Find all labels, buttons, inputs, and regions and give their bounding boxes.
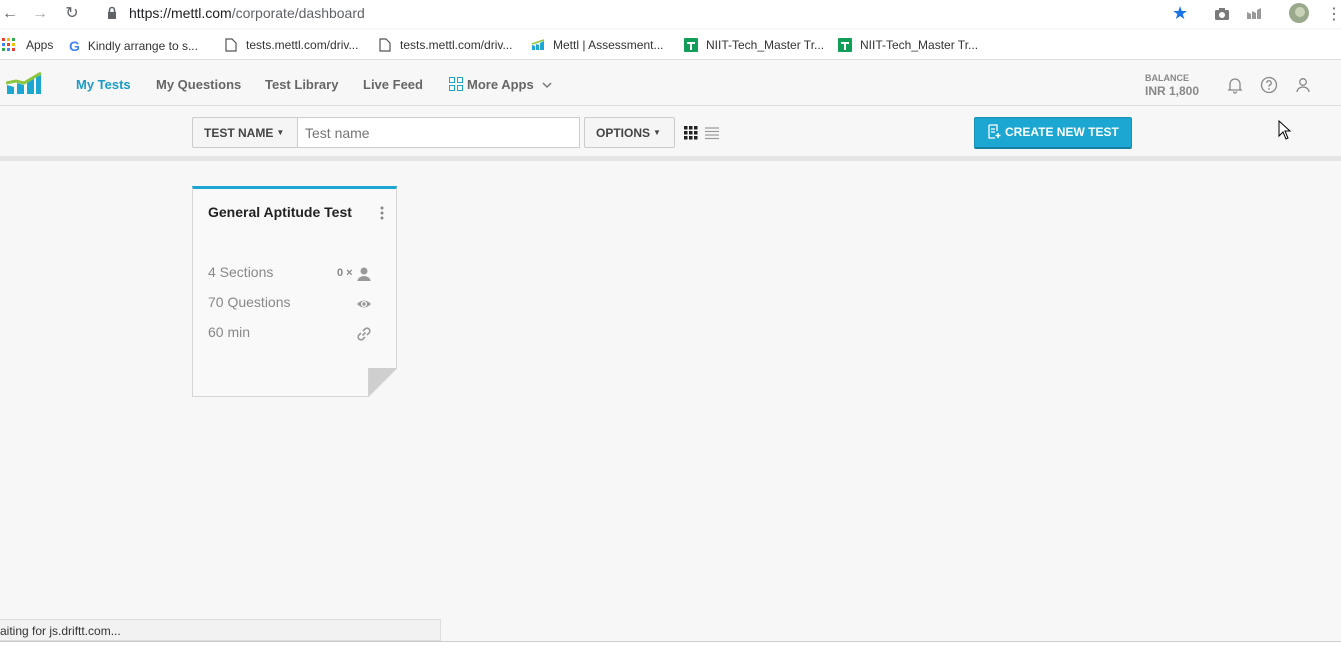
test-duration: 60 min <box>208 324 251 340</box>
browser-status-bar: aiting for js.driftt.com... <box>0 619 441 641</box>
eye-icon[interactable] <box>356 296 372 312</box>
candidate-count: 0 × <box>337 267 353 279</box>
bookmark-mettl-assessment[interactable]: Mettl | Assessment... <box>531 38 663 52</box>
mettl-extension-icon[interactable] <box>1245 5 1263 23</box>
browser-address-bar: ← → ↻ https://mettl.com/corporate/dashbo… <box>0 0 1341 28</box>
questions-count: 70 Questions <box>208 294 291 310</box>
balance-display: BALANCE INR 1,800 <box>1145 73 1199 98</box>
bookmark-mettl-drive-2[interactable]: tests.mettl.com/driv... <box>378 38 512 52</box>
bookmark-niit-1[interactable]: NIIT-Tech_Master Tr... <box>684 38 824 52</box>
mettl-logo-icon <box>531 39 545 50</box>
bookmark-star-icon[interactable]: ★ <box>1172 3 1188 24</box>
bookmark-apps[interactable]: Apps <box>2 38 53 52</box>
sections-count: 4 Sections <box>208 264 274 280</box>
caret-down-icon: ▼ <box>276 128 285 137</box>
url-field[interactable]: https://mettl.com/corporate/dashboard <box>129 5 365 21</box>
test-search-input[interactable] <box>297 117 580 148</box>
forward-icon[interactable]: → <box>30 4 50 24</box>
google-icon: G <box>69 38 80 54</box>
chevron-down-icon <box>542 82 552 89</box>
user-icon[interactable] <box>1294 76 1312 94</box>
test-name-filter-dropdown[interactable]: TEST NAME ▼ <box>192 117 298 148</box>
profile-avatar[interactable] <box>1289 3 1309 23</box>
mettl-logo[interactable] <box>6 72 42 96</box>
link-icon[interactable] <box>356 326 372 342</box>
caret-down-icon: ▼ <box>653 128 661 137</box>
page-fold-corner <box>368 368 397 397</box>
lock-icon <box>108 6 116 19</box>
help-icon[interactable] <box>1260 76 1278 94</box>
sheets-icon <box>838 38 852 52</box>
back-icon[interactable]: ← <box>0 4 20 24</box>
document-icon <box>225 38 237 52</box>
new-document-icon <box>988 124 1001 139</box>
nav-test-library[interactable]: Test Library <box>265 77 338 92</box>
create-new-test-button[interactable]: CREATE NEW TEST <box>974 117 1132 149</box>
bell-icon[interactable] <box>1226 76 1244 94</box>
bottom-bar <box>0 641 1341 657</box>
candidate-icon[interactable] <box>356 266 372 282</box>
bookmark-google[interactable]: G Kindly arrange to s... <box>69 38 198 54</box>
more-options-icon[interactable] <box>379 205 385 221</box>
reload-icon[interactable]: ↻ <box>62 4 82 24</box>
test-card[interactable]: General Aptitude Test 4 Sections 0 × 70 … <box>192 186 397 397</box>
grid-view-icon[interactable] <box>684 126 698 140</box>
nav-my-tests[interactable]: My Tests <box>76 77 131 92</box>
mouse-cursor-icon <box>1278 120 1292 140</box>
browser-menu-icon[interactable]: ⋮ <box>1326 4 1341 24</box>
nav-my-questions[interactable]: My Questions <box>156 77 241 92</box>
balance-label: BALANCE <box>1145 73 1189 83</box>
bookmark-mettl-drive-1[interactable]: tests.mettl.com/driv... <box>224 38 358 52</box>
list-view-icon[interactable] <box>705 126 719 140</box>
bookmark-niit-2[interactable]: NIIT-Tech_Master Tr... <box>838 38 978 52</box>
test-toolbar: TEST NAME▼ OPTIONS▼ CREATE NEW TEST <box>0 107 1341 161</box>
camera-icon[interactable] <box>1213 5 1231 23</box>
test-title[interactable]: General Aptitude Test <box>208 204 352 220</box>
document-icon <box>379 38 391 52</box>
apps-grid-icon <box>2 38 15 51</box>
options-dropdown[interactable]: OPTIONS ▼ <box>584 117 675 148</box>
balance-value: INR 1,800 <box>1145 84 1200 98</box>
nav-live-feed[interactable]: Live Feed <box>363 77 423 92</box>
nav-more-apps[interactable]: More Apps <box>449 77 552 92</box>
grid-apps-icon <box>449 77 463 91</box>
app-header: My Tests My Questions Test Library Live … <box>0 64 1341 106</box>
sheets-icon <box>684 38 698 52</box>
bookmarks-bar: Apps G Kindly arrange to s... tests.mettl… <box>0 30 1341 60</box>
